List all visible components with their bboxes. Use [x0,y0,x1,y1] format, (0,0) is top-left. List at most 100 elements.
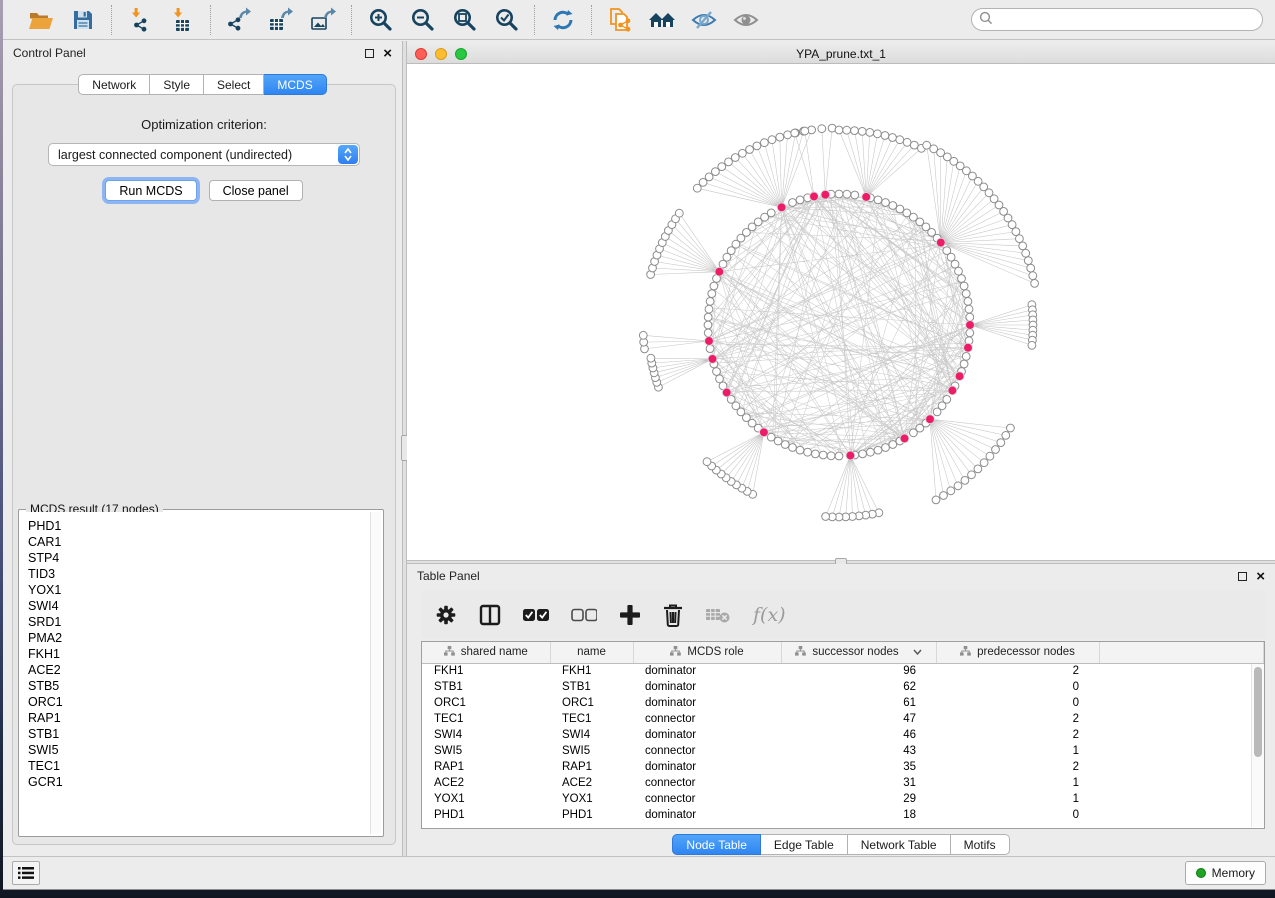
leaf-node[interactable] [761,139,769,147]
tab-select[interactable]: Select [204,74,264,95]
network-node[interactable] [704,313,712,321]
import-table-icon[interactable] [168,6,196,34]
close-panel-button[interactable]: Close panel [209,180,303,201]
network-node[interactable] [889,441,897,449]
leaf-node[interactable] [889,134,897,142]
table-row[interactable]: ORC1ORC1dominator610 [422,695,1264,711]
leaf-node[interactable] [835,126,843,134]
mcds-result-item[interactable]: TEC1 [28,758,381,774]
leaf-node[interactable] [851,127,859,135]
leaf-node[interactable] [791,129,799,137]
network-node[interactable] [964,298,972,306]
network-node[interactable] [843,190,851,198]
mcds-hub-node[interactable] [715,267,724,276]
network-canvas[interactable] [407,64,1275,560]
mcds-result-item[interactable]: SWI5 [28,742,381,758]
memory-button[interactable]: Memory [1185,861,1266,885]
network-node[interactable] [960,360,968,368]
houses-icon[interactable] [648,6,676,34]
network-node[interactable] [708,290,716,298]
network-node[interactable] [767,209,775,217]
deselect-all-icon[interactable] [571,608,597,622]
table-options-gear-icon[interactable] [435,604,457,626]
leaf-node[interactable] [1012,228,1020,236]
network-node[interactable] [955,267,963,275]
network-node[interactable] [951,260,959,268]
leaf-node[interactable] [718,163,726,171]
network-node[interactable] [874,446,882,454]
export-table-icon[interactable] [267,6,295,34]
leaf-node[interactable] [961,477,969,485]
network-node[interactable] [882,444,890,452]
network-node[interactable] [882,199,890,207]
mcds-result-item[interactable]: STB5 [28,678,381,694]
leaf-node[interactable] [1031,280,1039,288]
leaf-node[interactable] [1019,242,1027,250]
zoom-fit-icon[interactable] [450,6,478,34]
leaf-node[interactable] [753,142,761,150]
mcds-hub-node[interactable] [926,415,935,424]
criterion-select[interactable]: largest connected component (undirected) [48,143,360,166]
leaf-node[interactable] [822,513,830,521]
leaf-node[interactable] [1002,432,1010,440]
leaf-node[interactable] [992,446,1000,454]
table-row[interactable]: TEC1TEC1connector472 [422,711,1264,727]
show-all-icon[interactable] [732,6,760,34]
mcds-result-item[interactable]: ORC1 [28,694,381,710]
mcds-hub-node[interactable] [955,372,964,381]
leaf-node[interactable] [881,132,889,140]
table-row[interactable]: FKH1FKH1dominator962 [422,663,1264,679]
network-node[interactable] [966,329,974,337]
network-graph[interactable] [407,64,1275,560]
mcds-hub-node[interactable] [964,343,973,352]
mcds-result-item[interactable]: YOX1 [28,582,381,598]
leaf-node[interactable] [801,127,809,135]
leaf-node[interactable] [843,126,851,134]
search-input[interactable] [998,11,1262,29]
network-node[interactable] [819,451,827,459]
mcds-hub-node[interactable] [760,428,769,437]
mcds-result-item[interactable]: SRD1 [28,614,381,630]
column-header-MCDS-role[interactable]: MCDS role [633,642,781,663]
network-node[interactable] [835,190,843,198]
leaf-node[interactable] [768,136,776,144]
column-header-successor-nodes[interactable]: successor nodes [781,642,936,663]
network-node[interactable] [704,329,712,337]
search-box[interactable] [971,8,1263,31]
leaf-node[interactable] [1007,424,1015,432]
leaf-node[interactable] [974,465,982,473]
tab-motifs[interactable]: Motifs [951,834,1010,855]
table-row[interactable]: YOX1YOX1connector291 [422,791,1264,807]
leaf-node[interactable] [1022,249,1030,257]
network-node[interactable] [827,452,835,460]
leaf-node[interactable] [1016,235,1024,243]
table-row[interactable]: PHD1PHD1dominator180 [422,807,1264,823]
mcds-result-list[interactable]: PHD1CAR1STP4TID3YOX1SWI4SRD1PMA2FKH1ACE2… [21,512,381,834]
network-node[interactable] [859,450,867,458]
mcds-result-item[interactable]: RAP1 [28,710,381,726]
mcds-hub-node[interactable] [966,321,975,330]
mcds-result-item[interactable]: SWI4 [28,598,381,614]
leaf-node[interactable] [866,129,874,137]
network-node[interactable] [851,191,859,199]
leaf-node[interactable] [1024,257,1032,265]
network-node[interactable] [796,196,804,204]
network-node[interactable] [804,448,812,456]
network-node[interactable] [713,368,721,376]
close-panel-icon[interactable]: × [383,49,392,58]
open-icon[interactable] [27,6,55,34]
network-node[interactable] [889,202,897,210]
tab-mcds[interactable]: MCDS [264,74,326,95]
hide-selected-icon[interactable] [690,6,718,34]
table-row[interactable]: ACE2ACE2connector311 [422,775,1264,791]
leaf-node[interactable] [639,331,647,339]
network-node[interactable] [789,444,797,452]
mcds-hub-node[interactable] [708,355,717,364]
mcds-result-item[interactable]: STP4 [28,550,381,566]
network-node[interactable] [706,345,714,353]
automation-panel-button[interactable] [12,861,40,885]
mcds-hub-node[interactable] [948,386,957,395]
network-node[interactable] [960,282,968,290]
mcds-result-item[interactable]: GCR1 [28,774,381,790]
leaf-node[interactable] [1029,272,1037,280]
